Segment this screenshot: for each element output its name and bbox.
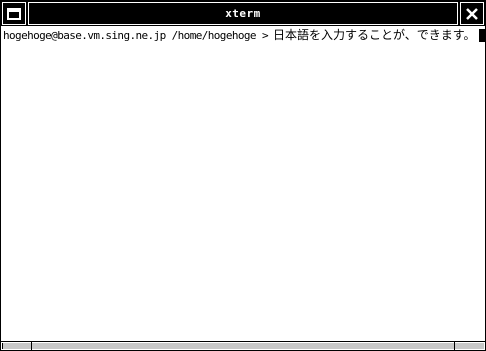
title-area[interactable]: xterm bbox=[28, 2, 458, 25]
xterm-window: xterm hogehoge@base.vm.sing.ne.jp /home/… bbox=[0, 0, 486, 351]
terminal-line: hogehoge@base.vm.sing.ne.jp /home/hogeho… bbox=[3, 29, 485, 42]
shell-prompt: hogehoge@base.vm.sing.ne.jp /home/hogeho… bbox=[3, 29, 269, 42]
window-title: xterm bbox=[225, 7, 261, 20]
horizontal-scrollbar[interactable] bbox=[1, 341, 485, 350]
scrollbar-right-divider bbox=[454, 342, 455, 350]
typed-input: 日本語を入力することが、できます。 bbox=[273, 28, 476, 42]
close-button[interactable] bbox=[460, 2, 484, 25]
scrollbar-left-divider bbox=[31, 342, 32, 350]
terminal-area[interactable]: hogehoge@base.vm.sing.ne.jp /home/hogeho… bbox=[1, 26, 485, 341]
title-bar[interactable]: xterm bbox=[1, 1, 485, 27]
window-menu-button[interactable] bbox=[2, 2, 26, 25]
text-cursor bbox=[478, 29, 485, 42]
window-menu-icon bbox=[7, 7, 21, 20]
scrollbar-thumb[interactable] bbox=[2, 343, 484, 349]
close-icon bbox=[466, 7, 478, 20]
